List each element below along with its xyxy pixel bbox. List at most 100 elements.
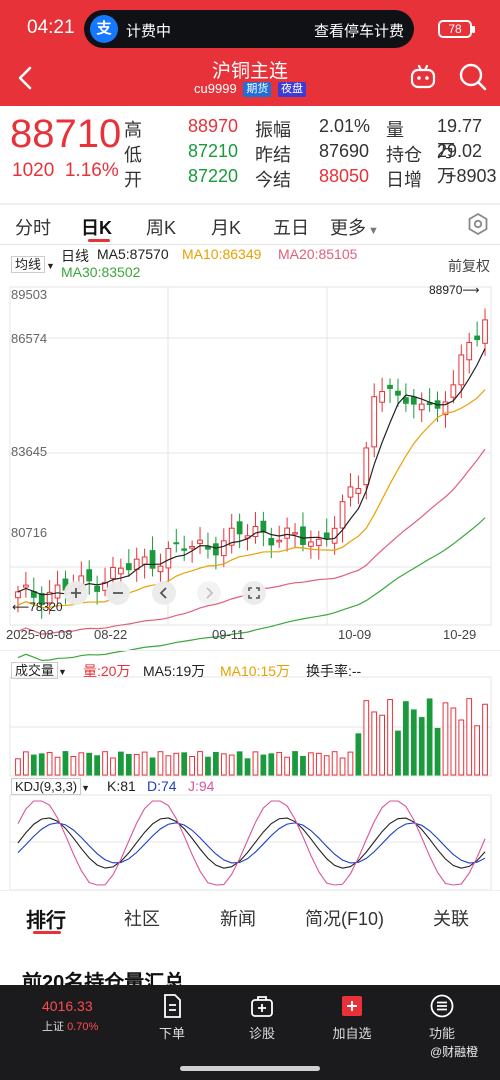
status-time: 04:21 [27, 17, 75, 38]
candles-layer [15, 308, 488, 619]
volume-bar [38, 753, 45, 776]
volume-bar [86, 752, 93, 776]
tab-community[interactable]: 社区 [124, 905, 160, 931]
volume-bar [15, 758, 21, 776]
candle [197, 539, 203, 544]
volume-bar [387, 698, 393, 776]
kdj-selector[interactable]: KDJ(9,3,3) ▼ [11, 778, 90, 795]
volume-bar [125, 753, 132, 776]
change-percent: 1.16% [64, 160, 119, 181]
diagnose-button[interactable]: 诊股 [232, 993, 292, 1042]
volume-bar [62, 751, 69, 776]
fullscreen-button[interactable] [242, 581, 266, 605]
candle [157, 565, 164, 573]
kdj-lines-layer [17, 800, 486, 886]
tab-monthly-k[interactable]: 月K [211, 214, 241, 240]
candle [292, 532, 298, 535]
y-tick: 80716 [11, 525, 48, 540]
candle [418, 403, 425, 411]
candle [371, 396, 378, 448]
volume-bar [323, 755, 330, 776]
series-label: 日线 [61, 248, 89, 264]
tab-more[interactable]: 更多 ▼ [330, 214, 379, 240]
settings-icon[interactable] [466, 212, 490, 236]
label-daily-oi-change: 日增 [386, 170, 422, 190]
volume-bar [379, 714, 385, 776]
volume-bar [395, 730, 401, 776]
tab-daily-k[interactable]: 日K [81, 214, 112, 240]
volume-bar [213, 751, 219, 776]
tab-intraday[interactable]: 分时 [15, 214, 51, 240]
change-value: 1020 [12, 160, 55, 181]
volume-bar [426, 698, 433, 776]
volume-bar [70, 756, 77, 776]
volume-selector[interactable]: 成交量 ▼ [11, 660, 67, 679]
tab-f10[interactable]: 简况(F10) [305, 905, 384, 931]
candle [284, 527, 290, 539]
candle [181, 548, 188, 551]
fullscreen-icon [248, 587, 260, 599]
volume-bar [165, 755, 172, 776]
robot-icon[interactable] [408, 62, 438, 92]
zoom-out-button[interactable] [106, 581, 130, 605]
volume-bar [284, 756, 290, 776]
volume-bars-layer [15, 698, 488, 776]
view-parking-fee[interactable]: 查看停车计费 [314, 20, 404, 41]
turnover-rate: 换手率:-- [306, 663, 362, 679]
add-watchlist-button[interactable]: 加自选 [322, 993, 382, 1042]
volume-bar [442, 702, 449, 776]
index-value[interactable]: 4016.33 [42, 998, 93, 1014]
mode-label: 均线 [11, 256, 46, 273]
plus-icon [71, 588, 81, 598]
functions-button[interactable]: 功能 [412, 993, 472, 1042]
x-tick: 09-11 [212, 627, 245, 642]
pan-left-button[interactable] [152, 581, 176, 605]
candle [268, 537, 275, 546]
volume-bar [149, 757, 156, 776]
volume-bar [355, 733, 362, 776]
x-tick: 2025-08-08 [6, 627, 73, 642]
mode-selector[interactable]: 均线 ▼ [11, 254, 55, 273]
ma30-value: MA30:83502 [61, 264, 141, 280]
index-name: 上证 [42, 1021, 64, 1033]
dropdown-caret-icon: ▼ [58, 667, 67, 677]
candle [252, 526, 259, 538]
volume-bar [371, 711, 378, 776]
dynamic-island-parking[interactable]: 支 计费中 查看停车计费 [84, 10, 414, 48]
search-icon[interactable] [458, 62, 488, 92]
volume-bar [268, 753, 275, 776]
volume-bar [466, 698, 473, 776]
tab-news[interactable]: 新闻 [220, 905, 256, 931]
candle [220, 540, 227, 557]
bottom-bar: 4016.33 上证 0.70% 下单 诊股 加自选 功能 @财融橙 [0, 985, 500, 1080]
zoom-in-button[interactable] [64, 581, 88, 605]
candle [173, 542, 180, 545]
pan-right-button[interactable] [197, 581, 221, 605]
value-high: 88970 [188, 116, 239, 136]
tab-related[interactable]: 关联 [433, 905, 469, 931]
candle [315, 538, 322, 546]
order-button[interactable]: 下单 [142, 993, 202, 1042]
volume-bar [78, 752, 85, 776]
tab-five-day[interactable]: 五日 [273, 214, 309, 240]
tab-ranking[interactable]: 排行 [26, 904, 66, 933]
futures-tag: 期货 [243, 82, 272, 97]
candle [410, 396, 417, 405]
volume-ma10: MA10:15万 [220, 663, 291, 679]
chart-area[interactable]: 88970⟶ ⟵78320 均线 ▼ 日线 MA5:87570 MA10:8634… [0, 245, 500, 890]
ma10-value: MA10:86349 [182, 246, 262, 262]
volume-bar [474, 725, 480, 776]
candle [110, 566, 116, 579]
last-price: 88710 [10, 112, 122, 156]
volume-bar [141, 751, 148, 776]
high-marker: 88970⟶ [429, 283, 480, 297]
watermark: @财融橙 [430, 1045, 479, 1059]
tab-weekly-k[interactable]: 周K [146, 214, 176, 240]
add-watchlist-label: 加自选 [332, 1026, 372, 1041]
adjust-mode[interactable]: 前复权 [448, 256, 490, 276]
volume-bar [102, 751, 108, 776]
dropdown-caret-icon: ▼ [46, 261, 55, 271]
kdj-d-value: D:74 [147, 778, 177, 794]
candle [379, 391, 385, 403]
label-settle: 今结 [255, 170, 291, 190]
